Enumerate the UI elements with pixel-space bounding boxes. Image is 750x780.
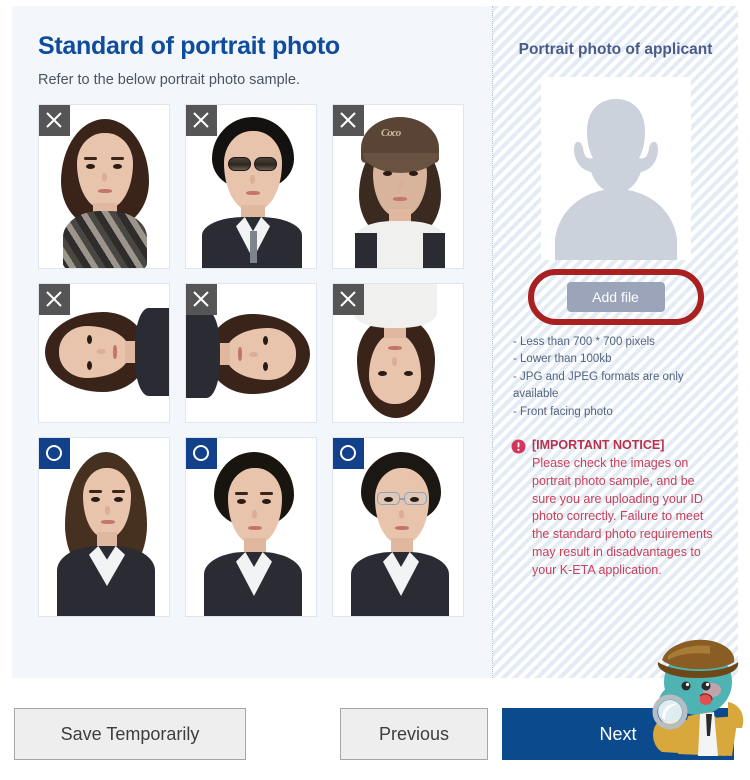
circle-mark-icon [186,438,217,469]
important-notice: [IMPORTANT NOTICE] Please check the imag… [511,437,720,579]
circle-mark-icon [39,438,70,469]
upload-section: Portrait photo of applicant Add file Les… [492,6,738,678]
person-placeholder-icon [540,76,691,260]
notice-text: Please check the images on portrait phot… [532,456,713,577]
x-mark-icon [333,105,364,136]
sample-photo-cell [332,283,464,423]
x-mark-icon [333,284,364,315]
add-file-area: Add file [511,266,720,328]
portrait-sample-section: Standard of portrait photo Refer to the … [12,6,492,678]
page-title: Standard of portrait photo [38,32,340,60]
page-subtitle: Refer to the below portrait photo sample… [38,72,300,88]
notice-heading: [IMPORTANT NOTICE] [532,438,665,453]
sample-photo-cell [38,283,170,423]
requirement-item: JPG and JPEG formats are only available [513,369,720,404]
upload-section-title: Portrait photo of applicant [518,41,713,58]
sample-photo-cell [185,104,317,269]
x-mark-icon [39,284,70,315]
portrait-photo-panel: Standard of portrait photo Refer to the … [12,6,738,678]
sample-photo-cell [332,437,464,617]
next-button[interactable]: Next [502,708,734,760]
add-file-button[interactable]: Add file [566,281,665,312]
requirement-item: Lower than 100kb [513,351,720,368]
sample-photo-cell [185,437,317,617]
save-temporarily-button[interactable]: Save Temporarily [14,708,246,760]
x-mark-icon [186,105,217,136]
circle-mark-icon [333,438,364,469]
notice-body: [IMPORTANT NOTICE] Please check the imag… [532,437,720,579]
x-mark-icon [39,105,70,136]
footer-actions: Save Temporarily Previous Next [0,706,750,764]
exclamation-circle-icon [511,439,526,459]
sample-photo-cell [38,437,170,617]
requirement-item: Less than 700 * 700 pixels [513,334,720,351]
sample-photo-cell [185,283,317,423]
x-mark-icon [186,284,217,315]
photo-requirements-list: Less than 700 * 700 pixels Lower than 10… [511,334,720,421]
sample-photo-cell: Coco [332,104,464,269]
portrait-sample-grid: Coco [38,104,492,617]
sample-photo-cell [38,104,170,269]
requirement-item: Front facing photo [513,404,720,421]
previous-button[interactable]: Previous [340,708,488,760]
